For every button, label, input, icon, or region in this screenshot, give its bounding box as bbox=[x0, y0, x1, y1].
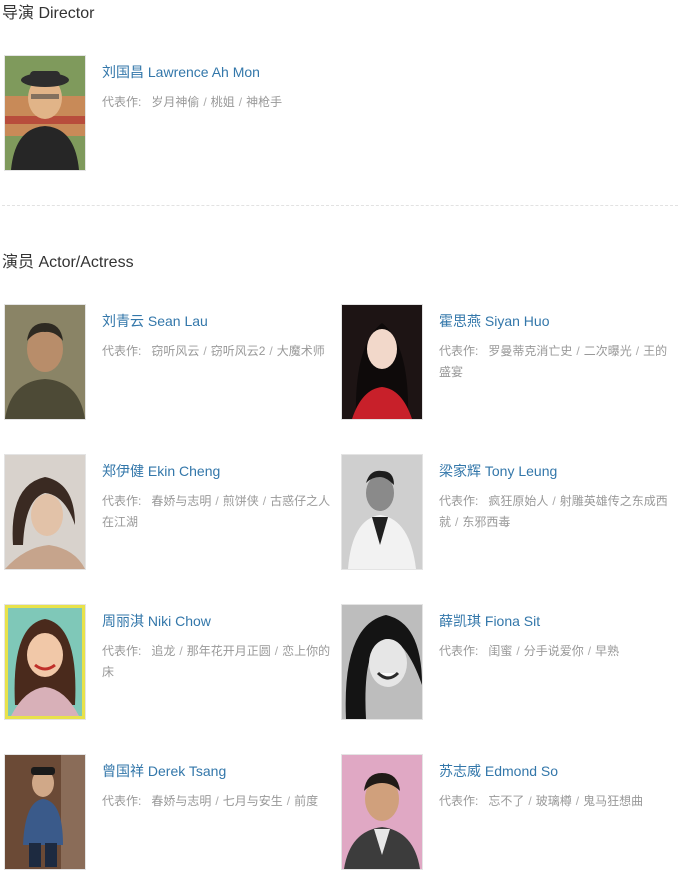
celebrity-list-page: 导演 Director 刘国昌 Lawrence Ah Mon 代表作: 岁月神偷… bbox=[0, 0, 700, 873]
work-link[interactable]: 罗曼蒂克消亡史 bbox=[488, 344, 572, 358]
work-link[interactable]: 闺蜜 bbox=[488, 644, 512, 658]
separator: / bbox=[635, 344, 640, 358]
works-label: 代表作: bbox=[102, 95, 142, 109]
work-link[interactable]: 分手说爱你 bbox=[524, 644, 584, 658]
person-portrait-icon bbox=[342, 605, 422, 719]
actress-photo[interactable] bbox=[4, 604, 86, 720]
work-link[interactable]: 东邪西毒 bbox=[462, 515, 510, 529]
work-link[interactable]: 鬼马狂想曲 bbox=[583, 794, 643, 808]
person-portrait-icon bbox=[5, 56, 85, 170]
actress-photo[interactable] bbox=[341, 304, 423, 420]
works-list: 代表作: 春娇与志明 / 七月与安生 / 前度 bbox=[102, 791, 342, 812]
works-list: 代表作: 罗曼蒂克消亡史 / 二次曝光 / 王的盛宴 bbox=[439, 341, 679, 383]
person-portrait-icon bbox=[5, 305, 85, 419]
person-portrait-icon bbox=[342, 455, 422, 569]
work-link[interactable]: 七月与安生 bbox=[223, 794, 283, 808]
actor-card: 曾国祥 Derek Tsang 代表作: 春娇与志明 / 七月与安生 / 前度 bbox=[2, 754, 342, 870]
works-label: 代表作: bbox=[439, 494, 479, 508]
person-name-link[interactable]: 苏志威 Edmond So bbox=[439, 762, 558, 780]
actor-photo[interactable] bbox=[341, 754, 423, 870]
separator: / bbox=[455, 515, 459, 529]
actor-card: 薛凯琪 Fiona Sit 代表作: 闺蜜 / 分手说爱你 / 早熟 bbox=[339, 604, 679, 720]
actor-card: 苏志威 Edmond So 代表作: 忘不了 / 玻璃樽 / 鬼马狂想曲 bbox=[339, 754, 679, 870]
work-link[interactable]: 忘不了 bbox=[488, 794, 524, 808]
person-portrait-icon bbox=[5, 455, 85, 569]
separator: / bbox=[552, 494, 556, 508]
separator: / bbox=[516, 644, 520, 658]
work-link[interactable]: 疯狂原始人 bbox=[488, 494, 548, 508]
separator: / bbox=[575, 794, 580, 808]
separator: / bbox=[203, 95, 207, 109]
works-list: 代表作: 追龙 / 那年花开月正圆 / 恋上你的床 bbox=[102, 641, 342, 683]
actress-photo[interactable] bbox=[341, 604, 423, 720]
separator: / bbox=[528, 794, 532, 808]
work-link[interactable]: 煎饼侠 bbox=[223, 494, 259, 508]
separator: / bbox=[238, 95, 243, 109]
works-label: 代表作: bbox=[439, 344, 479, 358]
actor-heading: 演员 Actor/Actress bbox=[2, 254, 134, 271]
work-link[interactable]: 岁月神偷 bbox=[151, 95, 199, 109]
person-name-link[interactable]: 霍思燕 Siyan Huo bbox=[439, 312, 549, 330]
separator: / bbox=[269, 344, 273, 358]
works-list: 代表作: 闺蜜 / 分手说爱你 / 早熟 bbox=[439, 641, 679, 662]
actor-photo[interactable] bbox=[341, 454, 423, 570]
works-list: 代表作: 疯狂原始人 / 射雕英雄传之东成西就 / 东邪西毒 bbox=[439, 491, 679, 533]
work-link[interactable]: 追龙 bbox=[151, 644, 175, 658]
work-link[interactable]: 那年花开月正圆 bbox=[187, 644, 271, 658]
works-label: 代表作: bbox=[102, 344, 142, 358]
separator: / bbox=[576, 344, 580, 358]
work-link[interactable]: 早熟 bbox=[595, 644, 619, 658]
section-divider bbox=[2, 205, 678, 206]
actor-card: 刘青云 Sean Lau 代表作: 窃听风云 / 窃听风云2/大魔术师 bbox=[2, 304, 342, 420]
works-label: 代表作: bbox=[439, 794, 479, 808]
person-name-link[interactable]: 梁家辉 Tony Leung bbox=[439, 462, 557, 480]
works-label: 代表作: bbox=[102, 794, 142, 808]
separator: / bbox=[274, 644, 279, 658]
person-name-link[interactable]: 郑伊健 Ekin Cheng bbox=[102, 462, 220, 480]
actor-card: 霍思燕 Siyan Huo 代表作: 罗曼蒂克消亡史 / 二次曝光 / 王的盛宴 bbox=[339, 304, 679, 420]
actor-card: 梁家辉 Tony Leung 代表作: 疯狂原始人 / 射雕英雄传之东成西就 / 东邪西毒 bbox=[339, 454, 679, 570]
actor-card: 郑伊健 Ekin Cheng 代表作: 春娇与志明 / 煎饼侠 / 古惑仔之人在江湖 bbox=[2, 454, 342, 570]
separator: / bbox=[179, 644, 183, 658]
director-card: 刘国昌 Lawrence Ah Mon 代表作: 岁月神偷 / 桃姐 / 神枪手 bbox=[2, 55, 342, 171]
separator: / bbox=[262, 494, 267, 508]
works-list: 代表作: 忘不了 / 玻璃樽 / 鬼马狂想曲 bbox=[439, 791, 679, 812]
person-name-link[interactable]: 刘青云 Sean Lau bbox=[102, 312, 208, 330]
separator: / bbox=[203, 344, 207, 358]
person-portrait-icon bbox=[342, 755, 422, 869]
work-link[interactable]: 神枪手 bbox=[246, 95, 282, 109]
works-list: 代表作: 岁月神偷 / 桃姐 / 神枪手 bbox=[102, 92, 342, 113]
work-link[interactable]: 前度 bbox=[294, 794, 318, 808]
director-photo[interactable] bbox=[4, 55, 86, 171]
work-link[interactable]: 窃听风云 bbox=[151, 344, 199, 358]
person-portrait-icon bbox=[342, 305, 422, 419]
works-label: 代表作: bbox=[102, 494, 142, 508]
work-link[interactable]: 春娇与志明 bbox=[151, 494, 211, 508]
work-link[interactable]: 大魔术师 bbox=[277, 344, 325, 358]
separator: / bbox=[286, 794, 291, 808]
work-link[interactable]: 春娇与志明 bbox=[151, 794, 211, 808]
person-portrait-icon bbox=[5, 755, 85, 869]
work-link[interactable]: 二次曝光 bbox=[584, 344, 632, 358]
person-name-link[interactable]: 周丽淇 Niki Chow bbox=[102, 612, 211, 630]
actor-photo[interactable] bbox=[4, 454, 86, 570]
actor-photo[interactable] bbox=[4, 304, 86, 420]
works-label: 代表作: bbox=[439, 644, 479, 658]
works-list: 代表作: 窃听风云 / 窃听风云2/大魔术师 bbox=[102, 341, 342, 362]
person-name-link[interactable]: 刘国昌 Lawrence Ah Mon bbox=[102, 63, 260, 81]
person-name-link[interactable]: 曾国祥 Derek Tsang bbox=[102, 762, 226, 780]
separator: / bbox=[587, 644, 592, 658]
director-heading: 导演 Director bbox=[2, 5, 95, 22]
actor-card: 周丽淇 Niki Chow 代表作: 追龙 / 那年花开月正圆 / 恋上你的床 bbox=[2, 604, 342, 720]
works-label: 代表作: bbox=[102, 644, 142, 658]
works-list: 代表作: 春娇与志明 / 煎饼侠 / 古惑仔之人在江湖 bbox=[102, 491, 342, 533]
separator: / bbox=[215, 794, 219, 808]
work-link[interactable]: 窃听风云2 bbox=[211, 344, 266, 358]
work-link[interactable]: 玻璃樽 bbox=[536, 794, 572, 808]
separator: / bbox=[215, 494, 219, 508]
person-portrait-icon bbox=[5, 605, 85, 719]
person-name-link[interactable]: 薛凯琪 Fiona Sit bbox=[439, 612, 540, 630]
actor-photo[interactable] bbox=[4, 754, 86, 870]
work-link[interactable]: 桃姐 bbox=[211, 95, 235, 109]
